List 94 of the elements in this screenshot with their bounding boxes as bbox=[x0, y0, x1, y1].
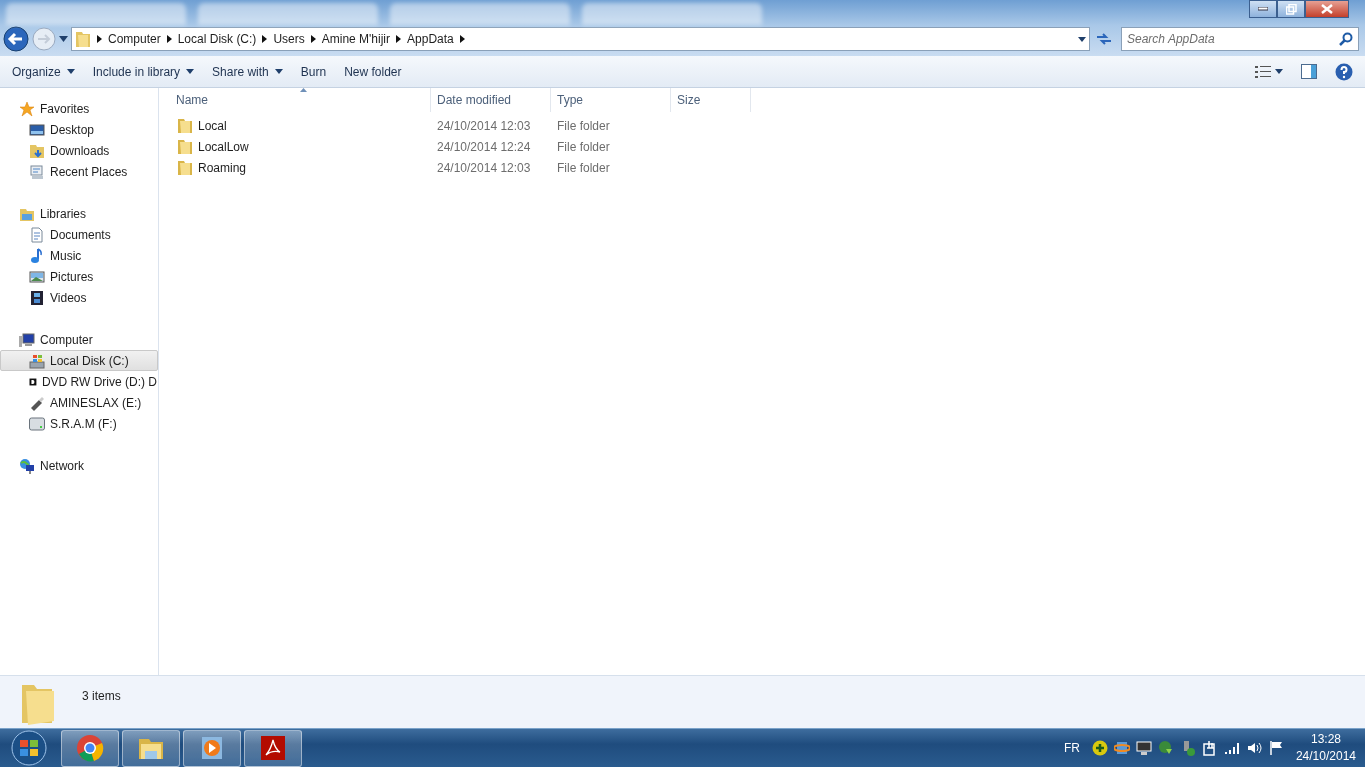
clock-date[interactable]: 24/10/2014 bbox=[1295, 748, 1356, 765]
toolbar-button[interactable]: Organize bbox=[12, 60, 75, 83]
dropdown-icon[interactable] bbox=[1275, 69, 1283, 74]
document-icon bbox=[29, 226, 45, 243]
browser-icon bbox=[76, 734, 104, 762]
dropdown-icon[interactable] bbox=[1078, 36, 1086, 42]
monitor-icon bbox=[29, 163, 45, 180]
folder-icon bbox=[178, 118, 192, 133]
toolbar-button[interactable]: New folder bbox=[344, 60, 402, 83]
monitor-icon[interactable] bbox=[1135, 740, 1152, 756]
taskbar-button[interactable] bbox=[61, 729, 119, 767]
folder-icon bbox=[29, 142, 45, 159]
network-icon bbox=[19, 457, 35, 474]
date-modified: 24/10/2014 12:03 bbox=[436, 159, 532, 177]
address-bar[interactable]: Computer Local Disk (C:) Users Amine M'hijir AppData bbox=[71, 27, 1090, 51]
sidebar-group[interactable]: Libraries bbox=[0, 203, 158, 224]
toolbar-button[interactable]: Burn bbox=[300, 60, 327, 83]
breadcrumb[interactable]: Computer bbox=[108, 30, 161, 48]
flag-icon[interactable] bbox=[1267, 740, 1284, 756]
date-modified: 24/10/2014 12:24 bbox=[436, 138, 532, 156]
sidebar-group[interactable]: Computer bbox=[0, 329, 158, 350]
column-header[interactable]: Size bbox=[671, 88, 751, 112]
restore-icon bbox=[1285, 3, 1297, 15]
taskbar-button[interactable] bbox=[244, 729, 302, 767]
view-options-icon[interactable] bbox=[1255, 65, 1271, 78]
sidebar-item[interactable]: Desktop bbox=[0, 119, 158, 140]
breadcrumb[interactable]: Local Disk (C:) bbox=[177, 30, 257, 48]
taskbar-button[interactable] bbox=[122, 729, 180, 767]
star-icon bbox=[19, 100, 35, 117]
item-count: 3 items bbox=[82, 688, 121, 705]
sidebar-item[interactable]: AMINESLAX (E:) bbox=[0, 392, 158, 413]
sidebar-item[interactable]: Music bbox=[0, 245, 158, 266]
close-button[interactable] bbox=[1305, 0, 1349, 18]
minimize-button[interactable] bbox=[1249, 0, 1277, 18]
breadcrumb[interactable]: AppData bbox=[407, 30, 454, 48]
folder-icon bbox=[178, 160, 192, 175]
breadcrumb[interactable]: Amine M'hijir bbox=[321, 30, 391, 48]
breadcrumb-arrow-icon[interactable] bbox=[396, 35, 402, 43]
close-icon bbox=[1321, 4, 1333, 14]
clock-time[interactable]: 13:28 bbox=[1310, 731, 1341, 748]
column-header[interactable]: Name bbox=[170, 88, 431, 112]
sidebar-item[interactable]: Local Disk (C:) bbox=[0, 350, 158, 371]
sort-arrow-icon bbox=[300, 88, 307, 92]
sidebar-item[interactable]: Pictures bbox=[0, 266, 158, 287]
language-indicator[interactable]: FR bbox=[1063, 739, 1080, 757]
sidebar-item[interactable]: Documents bbox=[0, 224, 158, 245]
file-name[interactable]: Roaming bbox=[198, 158, 247, 177]
volume-icon[interactable] bbox=[1245, 740, 1262, 756]
toolbar-button[interactable]: Include in library bbox=[92, 60, 195, 83]
toolbar-button[interactable]: Share with bbox=[212, 60, 283, 83]
music-note-icon bbox=[29, 247, 45, 264]
sidebar-item[interactable]: DVD RW Drive (D:) D bbox=[0, 371, 158, 392]
minimize-icon bbox=[1258, 7, 1268, 11]
picture-icon bbox=[29, 268, 45, 285]
file-type: File folder bbox=[556, 117, 611, 135]
date-modified: 24/10/2014 12:03 bbox=[436, 117, 532, 135]
breadcrumb-arrow-icon[interactable] bbox=[262, 35, 268, 43]
desktop-icon bbox=[29, 121, 45, 138]
folder-icon bbox=[178, 139, 192, 154]
pdf-icon bbox=[259, 734, 287, 762]
sidebar-item[interactable]: Videos bbox=[0, 287, 158, 308]
column-header[interactable]: Date modified bbox=[431, 88, 551, 112]
file-name[interactable]: Local bbox=[198, 116, 227, 135]
help-icon[interactable] bbox=[1335, 62, 1353, 81]
search-field[interactable]: Search AppData bbox=[1121, 27, 1359, 51]
search-icon bbox=[1339, 32, 1353, 46]
preview-pane-icon[interactable] bbox=[1301, 64, 1317, 79]
sidebar-item[interactable]: S.R.A.M (F:) bbox=[0, 413, 158, 434]
drive-icon bbox=[29, 352, 45, 369]
file-type: File folder bbox=[556, 159, 611, 177]
column-header[interactable]: Type bbox=[551, 88, 671, 112]
computer-icon bbox=[19, 331, 35, 348]
sidebar-item[interactable]: Recent Places bbox=[0, 161, 158, 182]
breadcrumb-arrow-icon[interactable] bbox=[459, 35, 465, 43]
usb-drive-icon bbox=[29, 394, 45, 411]
power-icon[interactable] bbox=[1201, 740, 1218, 756]
sidebar-group[interactable]: Favorites bbox=[0, 98, 158, 119]
breadcrumb-arrow-icon[interactable] bbox=[310, 35, 316, 43]
file-type: File folder bbox=[556, 138, 611, 156]
taskbar-button[interactable] bbox=[183, 729, 241, 767]
restore-button[interactable] bbox=[1277, 0, 1305, 18]
file-name[interactable]: LocalLow bbox=[198, 137, 249, 156]
plus-icon[interactable] bbox=[1091, 740, 1108, 756]
signal-icon[interactable] bbox=[1223, 740, 1240, 756]
breadcrumb-arrow-icon[interactable] bbox=[166, 35, 172, 43]
breadcrumb[interactable]: Users bbox=[273, 30, 305, 48]
folder-icon bbox=[75, 30, 91, 48]
drive-icon bbox=[29, 415, 45, 432]
sidebar-group[interactable]: Network bbox=[0, 455, 158, 476]
breadcrumb-arrow-icon[interactable] bbox=[97, 35, 102, 43]
sidebar-item[interactable]: Downloads bbox=[0, 140, 158, 161]
back-icon[interactable] bbox=[3, 26, 29, 52]
history-dropdown-icon[interactable] bbox=[59, 36, 68, 42]
film-icon bbox=[29, 289, 45, 306]
